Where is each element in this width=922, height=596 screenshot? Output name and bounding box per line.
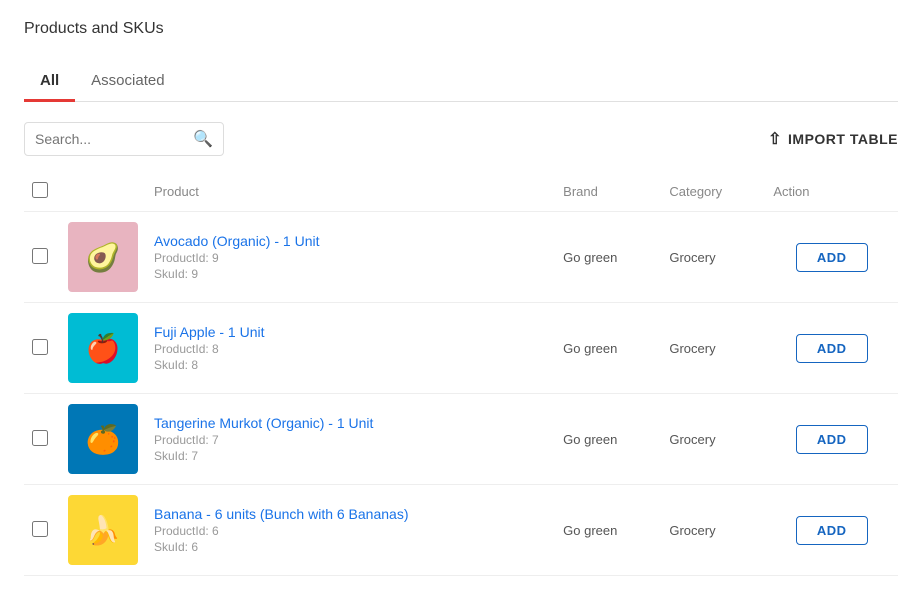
product-id: ProductId: 7 [154, 433, 547, 447]
row-checkbox-2[interactable] [32, 430, 48, 446]
row-action-cell: ADD [765, 212, 898, 303]
search-input[interactable] [35, 131, 193, 147]
page-container: Products and SKUs All Associated 🔍 ⇧ IMP… [0, 0, 922, 596]
header-category: Category [661, 172, 765, 212]
product-name: Banana - 6 units (Bunch with 6 Bananas) [154, 506, 547, 522]
row-image-cell: 🍌 [60, 485, 146, 576]
tabs-container: All Associated [24, 62, 898, 102]
table-row: 🍊 Tangerine Murkot (Organic) - 1 Unit Pr… [24, 394, 898, 485]
row-image-cell: 🍎 [60, 303, 146, 394]
product-name: Tangerine Murkot (Organic) - 1 Unit [154, 415, 547, 431]
row-checkbox-cell [24, 303, 60, 394]
header-image [60, 172, 146, 212]
product-image: 🥑 [68, 222, 138, 292]
product-name: Avocado (Organic) - 1 Unit [154, 233, 547, 249]
search-box[interactable]: 🔍 [24, 122, 224, 156]
row-checkbox-cell [24, 394, 60, 485]
table-row: 🍌 Banana - 6 units (Bunch with 6 Bananas… [24, 485, 898, 576]
row-product-cell: Fuji Apple - 1 Unit ProductId: 8 SkuId: … [146, 303, 555, 394]
select-all-checkbox[interactable] [32, 182, 48, 198]
header-select [24, 172, 60, 212]
add-button[interactable]: ADD [796, 425, 868, 454]
row-category-cell: Grocery [661, 303, 765, 394]
product-image: 🍎 [68, 313, 138, 383]
sku-id: SkuId: 7 [154, 449, 547, 463]
page-title: Products and SKUs [24, 20, 898, 38]
product-image: 🍌 [68, 495, 138, 565]
row-image-cell: 🍊 [60, 394, 146, 485]
search-icon[interactable]: 🔍 [193, 129, 213, 149]
row-category-cell: Grocery [661, 394, 765, 485]
add-button[interactable]: ADD [796, 516, 868, 545]
table-header-row: Product Brand Category Action [24, 172, 898, 212]
row-product-cell: Avocado (Organic) - 1 Unit ProductId: 9 … [146, 212, 555, 303]
import-label: IMPORT TABLE [788, 131, 898, 147]
header-action: Action [765, 172, 898, 212]
product-image: 🍊 [68, 404, 138, 474]
row-checkbox-cell [24, 485, 60, 576]
row-checkbox-3[interactable] [32, 521, 48, 537]
row-action-cell: ADD [765, 394, 898, 485]
table-row: 🥑 Avocado (Organic) - 1 Unit ProductId: … [24, 212, 898, 303]
header-product: Product [146, 172, 555, 212]
row-checkbox-1[interactable] [32, 339, 48, 355]
row-action-cell: ADD [765, 303, 898, 394]
tab-associated[interactable]: Associated [75, 62, 180, 102]
sku-id: SkuId: 6 [154, 540, 547, 554]
row-product-cell: Banana - 6 units (Bunch with 6 Bananas) … [146, 485, 555, 576]
row-brand-cell: Go green [555, 485, 661, 576]
tab-all[interactable]: All [24, 62, 75, 102]
table-row: 🍎 Fuji Apple - 1 Unit ProductId: 8 SkuId… [24, 303, 898, 394]
add-button[interactable]: ADD [796, 334, 868, 363]
product-id: ProductId: 9 [154, 251, 547, 265]
import-table-button[interactable]: ⇧ IMPORT TABLE [768, 129, 898, 149]
add-button[interactable]: ADD [796, 243, 868, 272]
sku-id: SkuId: 9 [154, 267, 547, 281]
product-id: ProductId: 6 [154, 524, 547, 538]
products-table: Product Brand Category Action 🥑 Avocado … [24, 172, 898, 576]
toolbar: 🔍 ⇧ IMPORT TABLE [24, 122, 898, 156]
row-category-cell: Grocery [661, 212, 765, 303]
product-name: Fuji Apple - 1 Unit [154, 324, 547, 340]
row-action-cell: ADD [765, 485, 898, 576]
row-category-cell: Grocery [661, 485, 765, 576]
upload-icon: ⇧ [768, 129, 782, 149]
sku-id: SkuId: 8 [154, 358, 547, 372]
header-brand: Brand [555, 172, 661, 212]
product-id: ProductId: 8 [154, 342, 547, 356]
row-checkbox-cell [24, 212, 60, 303]
row-brand-cell: Go green [555, 212, 661, 303]
row-brand-cell: Go green [555, 394, 661, 485]
row-checkbox-0[interactable] [32, 248, 48, 264]
row-brand-cell: Go green [555, 303, 661, 394]
row-product-cell: Tangerine Murkot (Organic) - 1 Unit Prod… [146, 394, 555, 485]
row-image-cell: 🥑 [60, 212, 146, 303]
